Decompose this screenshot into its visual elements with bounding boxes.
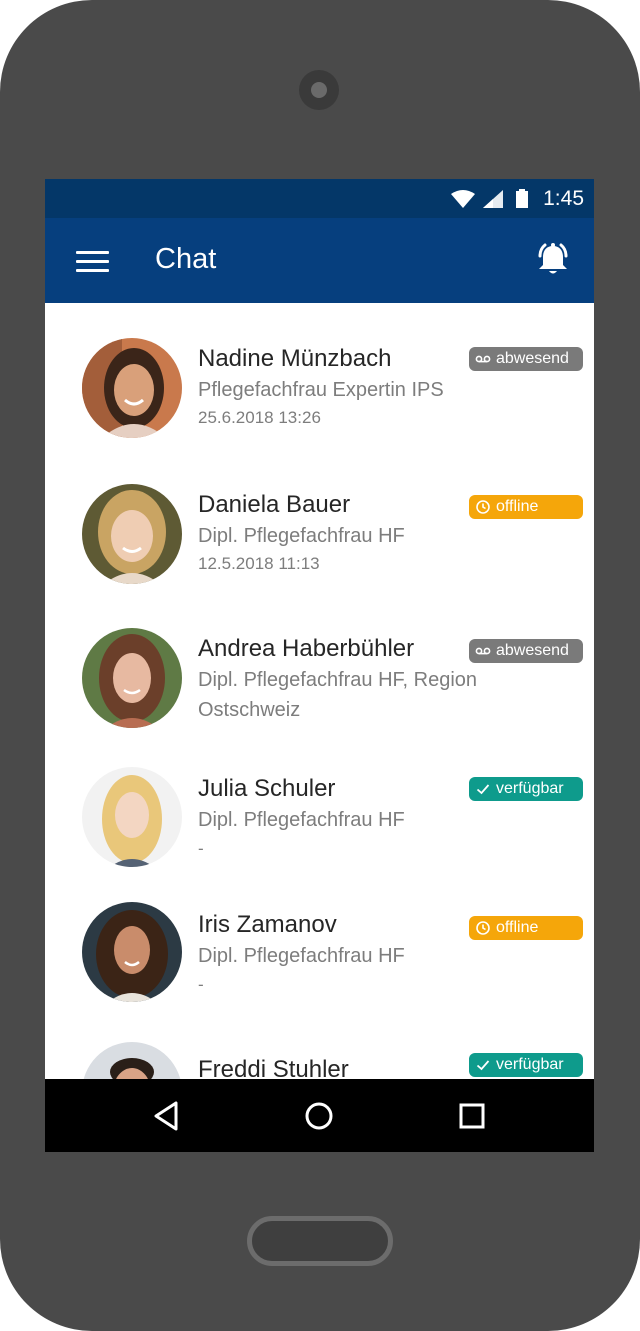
status-badge: offline xyxy=(469,495,583,519)
page-title: Chat xyxy=(155,243,217,275)
contact-name: Julia Schuler xyxy=(198,775,336,802)
contact-list: Nadine Münzbach Pflegefachfrau Expertin … xyxy=(45,303,594,1079)
hardware-home-button[interactable] xyxy=(247,1216,393,1266)
bell-ringing-icon[interactable] xyxy=(533,240,573,280)
home-circle-icon[interactable] xyxy=(302,1099,336,1133)
wifi-icon xyxy=(451,190,475,208)
last-message-date: - xyxy=(198,975,204,994)
menu-icon[interactable] xyxy=(76,248,112,274)
contact-name: Nadine Münzbach xyxy=(198,345,392,372)
status-icons xyxy=(451,189,528,208)
status-label: offline xyxy=(496,919,539,936)
avatar xyxy=(82,338,182,438)
list-item-contact[interactable]: Iris Zamanov Dipl. Pflegefachfrau HF - o… xyxy=(45,869,594,1009)
battery-icon xyxy=(516,191,528,208)
back-triangle-icon[interactable] xyxy=(150,1099,184,1133)
avatar xyxy=(82,484,182,584)
last-message-date: 25.6.2018 13:26 xyxy=(198,408,321,427)
status-badge: abwesend xyxy=(469,639,583,663)
list-item-contact[interactable]: Daniela Bauer Dipl. Pflegefachfrau HF 12… xyxy=(45,449,594,589)
status-label: abwesend xyxy=(496,350,569,367)
camera-icon xyxy=(299,70,339,110)
contact-name: Iris Zamanov xyxy=(198,911,337,938)
avatar xyxy=(82,1042,182,1079)
status-badge: verfügbar xyxy=(469,777,583,801)
contact-role: Dipl. Pflegefachfrau HF xyxy=(198,809,405,831)
avatar xyxy=(82,628,182,728)
status-badge: offline xyxy=(469,916,583,940)
recents-square-icon[interactable] xyxy=(455,1099,489,1133)
navigation-bar xyxy=(45,1079,594,1152)
list-item-contact[interactable]: Andrea Haberbühler Dipl. Pflegefachfrau … xyxy=(45,593,594,733)
list-item-contact[interactable]: Freddi Stuhler verfügbar xyxy=(45,1009,594,1079)
app-bar: Chat xyxy=(45,218,594,303)
status-badge: abwesend xyxy=(469,347,583,371)
contact-name: Andrea Haberbühler xyxy=(198,635,415,662)
last-message-date: 12.5.2018 11:13 xyxy=(198,554,320,573)
status-label: verfügbar xyxy=(496,1056,564,1073)
check-icon xyxy=(476,1060,490,1071)
status-label: verfügbar xyxy=(496,780,564,797)
list-item-contact[interactable]: Nadine Münzbach Pflegefachfrau Expertin … xyxy=(45,303,594,443)
clock-icon xyxy=(476,921,490,935)
avatar xyxy=(82,767,182,867)
status-badge: verfügbar xyxy=(469,1053,583,1077)
list-item-contact[interactable]: Julia Schuler Dipl. Pflegefachfrau HF - … xyxy=(45,733,594,873)
phone-frame: 1:45 Chat Nadine Münzbach Pflegefachfrau… xyxy=(0,0,640,1331)
check-icon xyxy=(476,784,490,795)
status-label: abwesend xyxy=(496,642,569,659)
avatar xyxy=(82,902,182,1002)
clock-icon xyxy=(476,500,490,514)
last-message-date: - xyxy=(198,839,204,858)
contact-name: Freddi Stuhler xyxy=(198,1056,349,1079)
contact-role: Pflegefachfrau Expertin IPS xyxy=(198,379,444,401)
contact-role: Dipl. Pflegefachfrau HF, Region Ostschwe… xyxy=(198,669,478,721)
status-time: 1:45 xyxy=(543,187,584,210)
status-label: offline xyxy=(496,498,539,515)
contact-role: Dipl. Pflegefachfrau HF xyxy=(198,525,405,547)
status-bar: 1:45 xyxy=(45,179,594,218)
contact-role: Dipl. Pflegefachfrau HF xyxy=(198,945,405,967)
contact-name: Daniela Bauer xyxy=(198,491,351,518)
screen: 1:45 Chat Nadine Münzbach Pflegefachfrau… xyxy=(45,179,594,1152)
voicemail-icon xyxy=(475,647,491,655)
voicemail-icon xyxy=(475,355,491,363)
